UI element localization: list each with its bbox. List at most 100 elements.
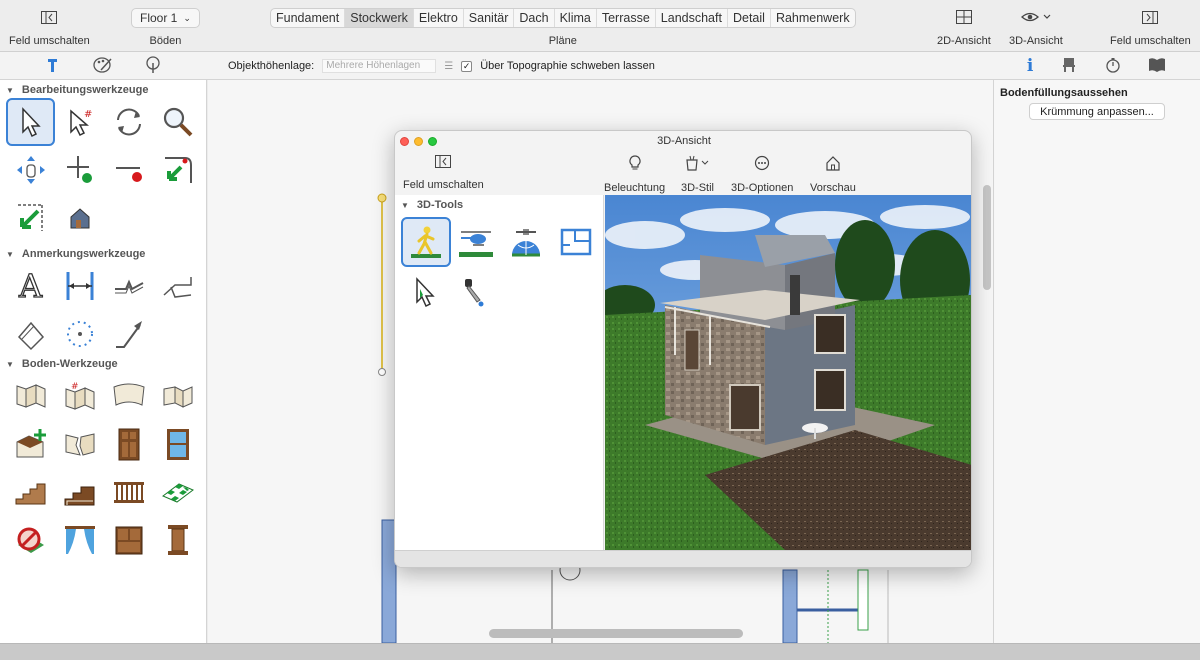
stair-box-tool[interactable]: [55, 468, 104, 516]
horizontal-scrollbar[interactable]: [489, 629, 743, 638]
railing-tool[interactable]: [104, 468, 153, 516]
svg-text:#: #: [71, 382, 79, 392]
view-2d-button[interactable]: 2D-Ansicht: [937, 8, 991, 47]
window-tool[interactable]: [153, 420, 202, 468]
remove-point-tool[interactable]: [104, 146, 153, 194]
chevron-down-icon: ▼: [6, 249, 14, 259]
sidebar-toggle-icon: [41, 8, 58, 26]
stopwatch-icon[interactable]: [1105, 57, 1121, 76]
list-icon[interactable]: ☰: [444, 61, 453, 72]
curtain-tool[interactable]: [55, 516, 104, 564]
plan-tab[interactable]: Fundament: [271, 9, 346, 27]
move-hand-tool[interactable]: [6, 146, 55, 194]
float-checkbox[interactable]: ✓: [461, 60, 473, 72]
select-arrow-tool[interactable]: [6, 98, 55, 146]
zoom-tool[interactable]: [153, 98, 202, 146]
checker-floor-tool[interactable]: [153, 468, 202, 516]
view-2d-label: 2D-Ansicht: [937, 35, 991, 47]
wall-tool[interactable]: [6, 372, 55, 420]
lighting-button[interactable]: Beleuchtung: [604, 155, 665, 194]
select-hash-tool[interactable]: #: [55, 98, 104, 146]
floors-label: Böden: [149, 35, 182, 47]
object-height-options: Objekthöhenlage: Mehrere Höhenlagen ☰ ✓ …: [228, 59, 655, 73]
section-title: Anmerkungswerkzeuge: [21, 248, 146, 260]
section-title: Boden-Werkzeuge: [21, 358, 118, 370]
rotate-tool[interactable]: [104, 98, 153, 146]
hammer-icon[interactable]: [45, 56, 63, 77]
door-tool[interactable]: [104, 420, 153, 468]
right-toggle-label: Feld umschalten: [1110, 35, 1191, 47]
book-icon[interactable]: [1148, 57, 1166, 76]
plan-tab[interactable]: Klima: [555, 9, 597, 27]
wall-segment-tool[interactable]: [153, 372, 202, 420]
plans-segmented-control: Fundament Stockwerk Elektro Sanitär Dach…: [270, 8, 856, 28]
plan-tab-active[interactable]: Stockwerk: [345, 9, 414, 27]
walk-tool[interactable]: [401, 217, 451, 267]
height-input[interactable]: Mehrere Höhenlagen: [322, 59, 437, 73]
house-icon: [825, 155, 841, 174]
plan-tab[interactable]: Dach: [514, 9, 555, 27]
inspector-panel: Bodenfüllungsaussehen Krümmung anpassen.…: [993, 80, 1200, 643]
plan-tab[interactable]: Detail: [728, 9, 771, 27]
view-3d-button[interactable]: 3D-Ansicht: [1009, 8, 1063, 47]
pointer-3d-tool[interactable]: [401, 267, 451, 317]
stairs-tool[interactable]: [6, 468, 55, 516]
globe-tool[interactable]: [501, 217, 551, 267]
break-line-tool[interactable]: [104, 262, 153, 310]
plan-view-tool[interactable]: [551, 217, 601, 267]
chair-icon[interactable]: [1061, 57, 1077, 76]
add-room-tool[interactable]: [6, 420, 55, 468]
adjust-curvature-button[interactable]: Krümmung anpassen...: [1029, 103, 1165, 120]
window-panel-toggle[interactable]: Feld umschalten: [403, 155, 484, 191]
svg-text:#: #: [84, 109, 92, 120]
tool-grid: A: [0, 262, 206, 358]
plan-tab[interactable]: Rahmenwerk: [771, 9, 855, 27]
curved-wall-tool[interactable]: [104, 372, 153, 420]
no-sign-tool[interactable]: [6, 516, 55, 564]
section-header[interactable]: ▼ Bearbeitungswerkzeuge: [0, 82, 206, 98]
angle-dimension-tool[interactable]: [6, 310, 55, 358]
palette-icon[interactable]: [93, 56, 113, 77]
tool-grid: #: [0, 98, 206, 242]
plan-tab[interactable]: Terrasse: [597, 9, 656, 27]
tool-grid: #: [0, 372, 206, 564]
style-3d-button[interactable]: 3D-Stil: [681, 155, 714, 194]
info-icon[interactable]: i: [1027, 56, 1033, 76]
circle-dots-tool[interactable]: [55, 310, 104, 358]
plan-tab[interactable]: Elektro: [414, 9, 464, 27]
ellipsis-circle-icon: [754, 155, 770, 174]
palette-tabs: [0, 52, 207, 80]
house-tool[interactable]: [55, 194, 104, 242]
lightbulb-icon: [628, 155, 642, 174]
section-header[interactable]: ▼ Anmerkungswerkzeuge: [0, 246, 206, 262]
column-tool[interactable]: [153, 516, 202, 564]
arrow-line-tool[interactable]: [104, 310, 153, 358]
corner-tool-2[interactable]: [6, 194, 55, 242]
wall-hash-tool[interactable]: #: [55, 372, 104, 420]
window-title: 3D-Ansicht: [657, 135, 711, 147]
plan-tab[interactable]: Sanitär: [464, 9, 515, 27]
house-render: [605, 195, 971, 550]
helicopter-tool[interactable]: [451, 217, 501, 267]
text-tool[interactable]: A: [6, 262, 55, 310]
right-panel-toggle[interactable]: Feld umschalten: [1110, 8, 1191, 47]
vertical-scrollbar[interactable]: [983, 185, 991, 290]
callout-tool[interactable]: [153, 262, 202, 310]
tree-icon[interactable]: [144, 55, 162, 77]
rendered-3d-view[interactable]: [605, 195, 971, 550]
plan-tab[interactable]: Landschaft: [656, 9, 728, 27]
preview-button[interactable]: Vorschau: [810, 155, 856, 194]
eye-icon: [1020, 8, 1051, 26]
section-header[interactable]: ▼ Boden-Werkzeuge: [0, 356, 206, 372]
view-3d-window: 3D-Ansicht Feld umschalten Beleuchtung 3…: [394, 130, 972, 568]
add-point-tool[interactable]: [55, 146, 104, 194]
corner-tool[interactable]: [153, 146, 202, 194]
tools-3d-header[interactable]: ▼ 3D-Tools: [395, 197, 603, 213]
options-3d-button[interactable]: 3D-Optionen: [731, 155, 793, 194]
left-panel-toggle[interactable]: Feld umschalten: [9, 8, 90, 47]
cabinet-tool[interactable]: [104, 516, 153, 564]
dimension-tool[interactable]: [55, 262, 104, 310]
floor-select[interactable]: Floor 1 ⌄: [131, 8, 200, 28]
broken-wall-tool[interactable]: [55, 420, 104, 468]
eyedropper-tool[interactable]: [451, 267, 501, 317]
